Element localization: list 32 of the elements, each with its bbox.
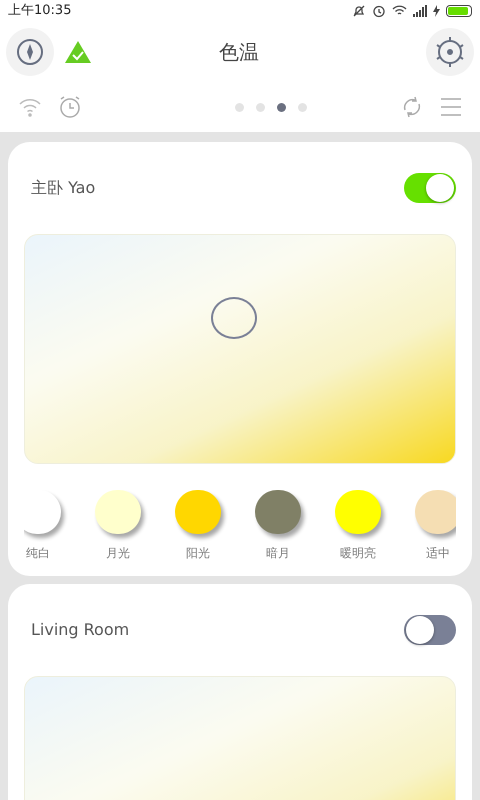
preset-label: 适中 — [426, 545, 450, 562]
alarm-icon — [372, 4, 386, 18]
preset-label: 月光 — [106, 545, 130, 562]
room-name: 主卧 Yao — [31, 177, 96, 199]
compass-icon — [16, 38, 44, 66]
wifi-icon[interactable] — [18, 97, 42, 117]
room-name: Living Room — [31, 619, 130, 641]
color-preset[interactable] — [95, 490, 141, 534]
charging-icon — [433, 5, 440, 17]
preset-label: 暖明亮 — [340, 545, 376, 562]
menu-icon[interactable] — [440, 97, 462, 117]
preset-label: 纯白 — [26, 545, 50, 562]
compass-button[interactable] — [6, 28, 54, 76]
triangle-check-icon — [64, 40, 92, 64]
preset-label: 阳光 — [186, 545, 210, 562]
page-title: 色温 — [219, 39, 259, 66]
power-switch[interactable] — [404, 615, 456, 645]
signal-icon — [413, 5, 427, 17]
alarm-icon[interactable] — [58, 95, 82, 119]
color-preset[interactable] — [175, 490, 221, 534]
bell-off-icon — [352, 4, 366, 18]
settings-button[interactable] — [426, 28, 474, 76]
color-preset[interactable] — [255, 490, 301, 534]
color-preset[interactable] — [335, 490, 381, 534]
color-temperature-pad[interactable] — [24, 234, 456, 464]
status-time: 上午10:35 — [8, 2, 72, 20]
color-preset[interactable] — [415, 490, 456, 534]
power-switch[interactable] — [404, 173, 456, 203]
wifi-icon — [392, 5, 407, 17]
battery-icon — [446, 5, 472, 17]
picker-ring[interactable] — [211, 297, 257, 339]
preset-label: 暗月 — [266, 545, 290, 562]
